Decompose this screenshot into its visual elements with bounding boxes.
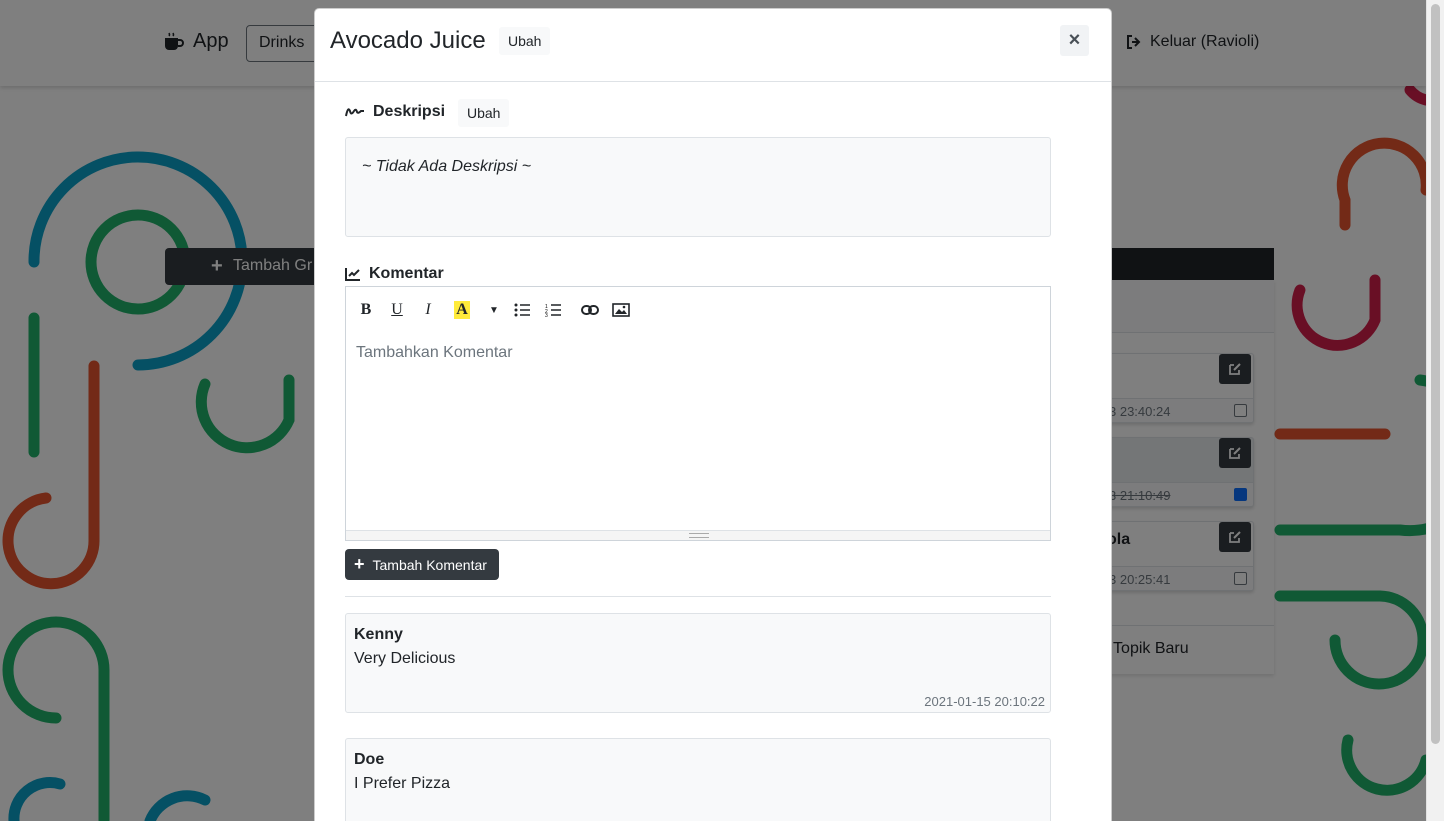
highlight-color-icon[interactable]: A	[454, 301, 470, 319]
scrollbar[interactable]	[1426, 0, 1444, 821]
description-box: ~ Tidak Ada Deskripsi ~	[345, 137, 1051, 237]
comment-text: I Prefer Pizza	[354, 775, 451, 792]
caret-down-icon[interactable]: ▼	[483, 299, 505, 321]
editor-resize-handle[interactable]	[346, 530, 1050, 540]
comments-heading-label: Komentar	[369, 265, 444, 282]
comment-placeholder: Tambahkan Komentar	[356, 344, 513, 361]
plus-icon: +	[354, 554, 365, 574]
bold-icon[interactable]: B	[355, 299, 377, 321]
image-icon[interactable]	[610, 299, 632, 321]
add-comment-label: Tambah Komentar	[372, 556, 487, 573]
divider	[345, 596, 1051, 597]
numbered-list-icon[interactable]: 123	[542, 299, 564, 321]
comment-card: Doe I Prefer Pizza	[345, 738, 1051, 821]
svg-text:3: 3	[545, 313, 548, 317]
chart-line-icon	[345, 268, 360, 281]
comment-text: Very Delicious	[354, 650, 456, 667]
signature-icon	[345, 108, 364, 117]
comment-author: Doe	[354, 751, 385, 768]
grip-icon	[689, 533, 709, 538]
italic-icon[interactable]: I	[417, 299, 439, 321]
link-icon[interactable]	[579, 299, 601, 321]
edit-title-button[interactable]: Ubah	[499, 27, 551, 55]
modal-title: Avocado Juice	[330, 27, 486, 54]
description-heading-label: Deskripsi	[373, 103, 446, 120]
close-icon[interactable]: ×	[1060, 25, 1089, 56]
comment-input[interactable]: Tambahkan Komentar	[346, 331, 1050, 530]
comments-heading: Komentar	[345, 265, 444, 283]
edit-description-button[interactable]: Ubah	[458, 99, 510, 127]
editor-toolbar: B U I A ▼ 123	[346, 287, 1050, 331]
comment-card: Kenny Very Delicious 2021-01-15 20:10:22	[345, 613, 1051, 713]
description-heading: Deskripsi	[345, 103, 445, 121]
comment-editor: B U I A ▼ 123 Tambahkan Komentar	[345, 286, 1051, 541]
add-comment-button[interactable]: + Tambah Komentar	[345, 549, 499, 580]
topic-modal: Avocado Juice Ubah × Deskripsi Ubah ~ Ti…	[314, 8, 1112, 821]
modal-header: Avocado Juice Ubah ×	[315, 9, 1111, 82]
scrollbar-thumb[interactable]	[1431, 4, 1440, 744]
underline-icon[interactable]: U	[386, 299, 408, 321]
comment-author: Kenny	[354, 626, 403, 643]
comment-timestamp: 2021-01-15 20:10:22	[924, 694, 1045, 709]
bulleted-list-icon[interactable]	[511, 299, 533, 321]
